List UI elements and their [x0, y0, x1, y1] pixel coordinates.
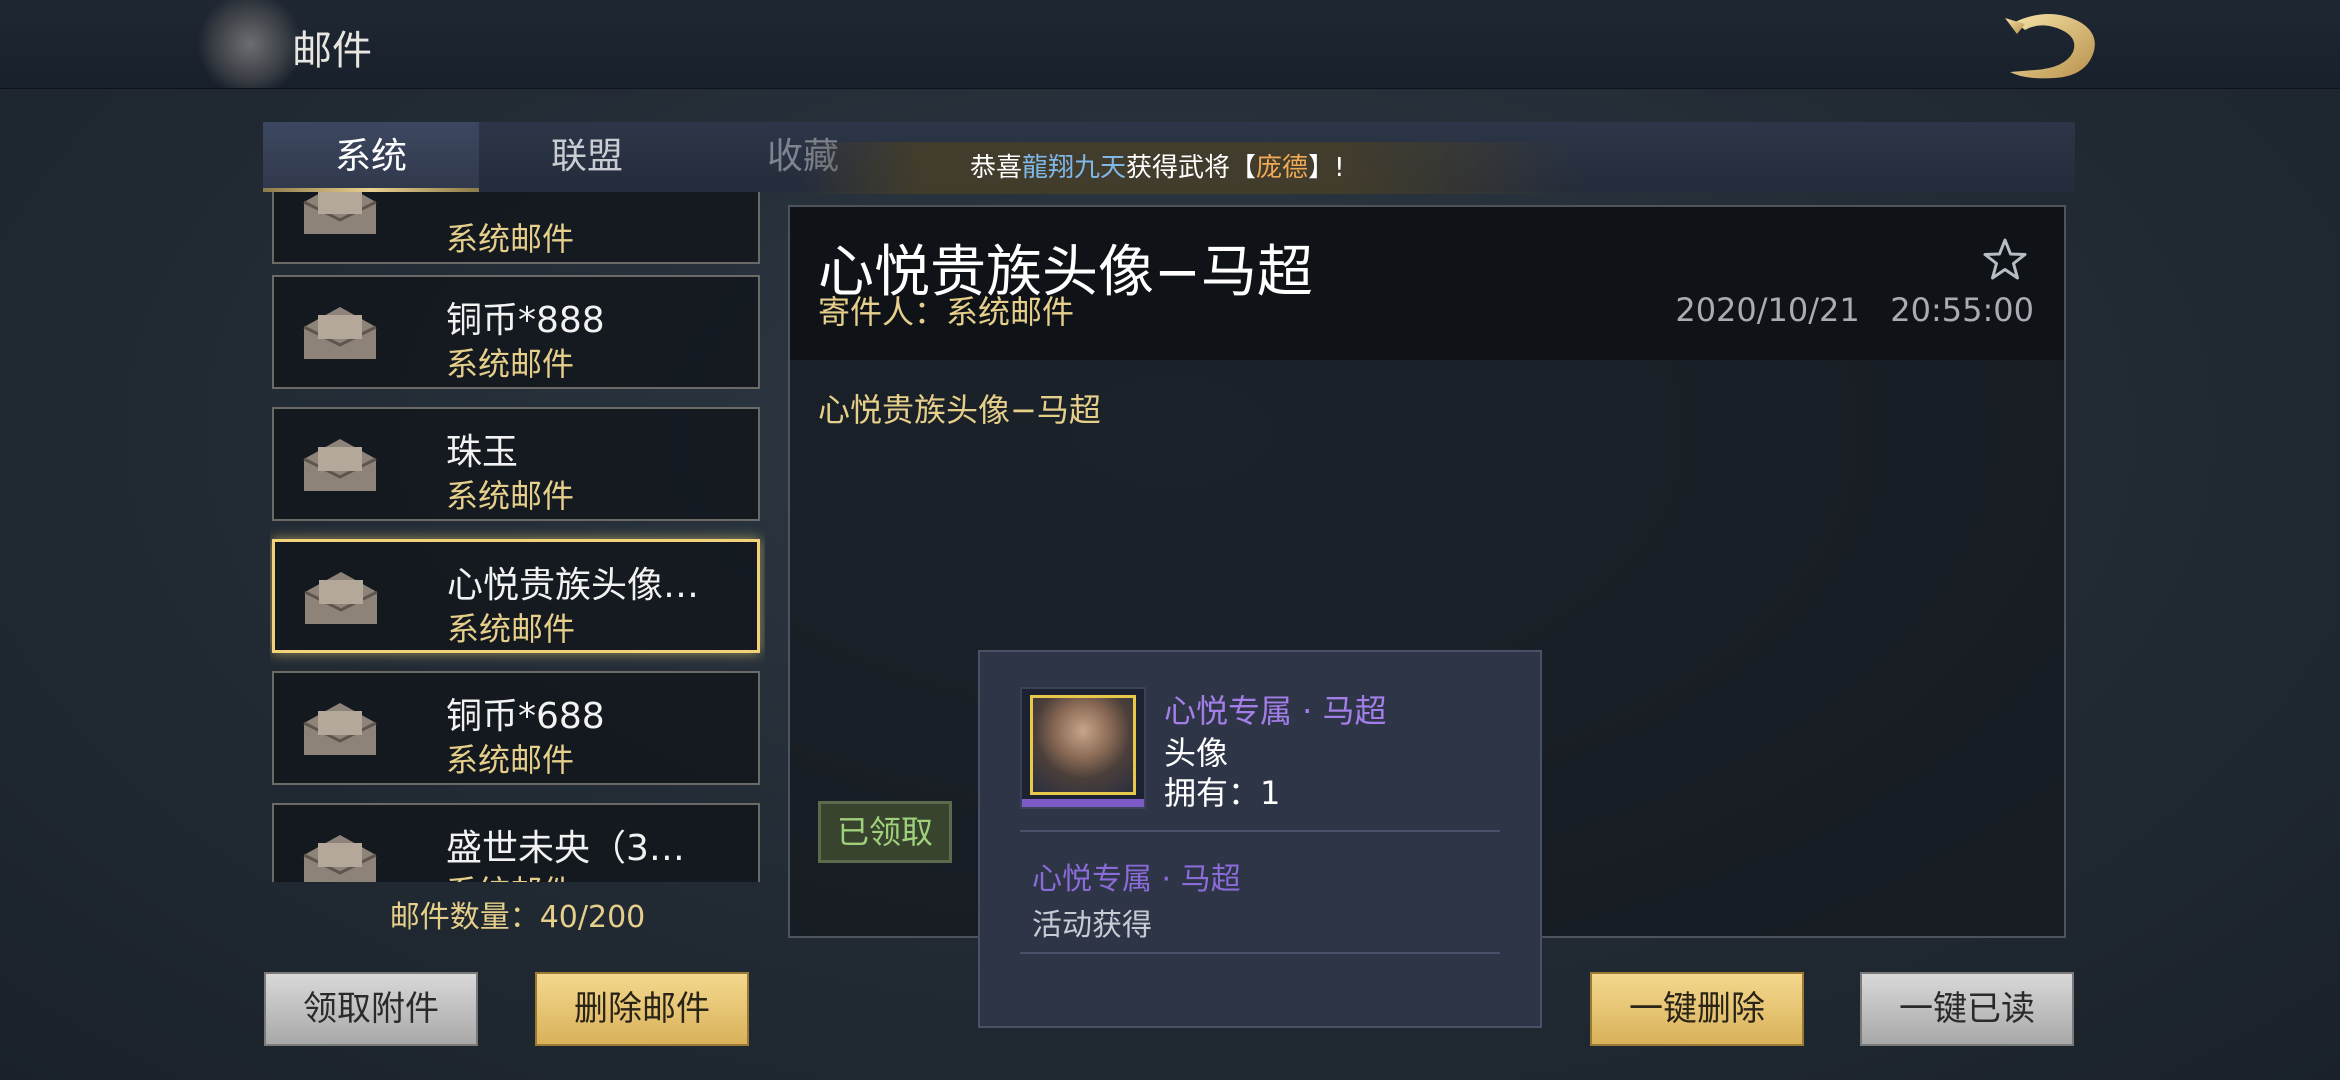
mail-list-item[interactable]: 系统邮件 — [272, 192, 760, 264]
divider — [1020, 952, 1500, 954]
mail-title: 心悦贵族头像… — [447, 565, 700, 606]
envelope-icon — [303, 703, 377, 755]
marquee-suffix: 】! — [1308, 153, 1345, 183]
mail-sender: 系统邮件 — [446, 477, 575, 515]
tab-system[interactable]: 系统 — [263, 122, 479, 192]
rarity-bar — [1022, 799, 1144, 807]
mail-sender: 系统邮件 — [447, 610, 576, 648]
marquee-player: 龍翔九天 — [1022, 153, 1127, 183]
mail-list-item[interactable]: 铜币*688 系统邮件 — [272, 671, 760, 785]
top-bar: 邮件 — [0, 0, 2340, 89]
mail-date: 2020/10/21 — [1675, 291, 1860, 329]
mail-sender-line: 寄件人：系统邮件 — [818, 293, 1075, 331]
avatar-item-frame — [1020, 687, 1146, 809]
mail-title: 珠玉 — [446, 432, 519, 473]
item-owned: 拥有：1 — [1164, 774, 1281, 812]
favorite-star-icon[interactable] — [1982, 237, 2028, 283]
mail-list[interactable]: 系统邮件 铜币*888 系统邮件 珠玉 系统邮件 心悦贵族头像… 系统邮件 铜币… — [270, 192, 765, 882]
divider — [1020, 830, 1500, 832]
mail-time: 20:55:00 — [1890, 291, 2034, 329]
mail-list-item[interactable]: 珠玉 系统邮件 — [272, 407, 760, 521]
mail-count: 邮件数量：40/200 — [389, 900, 646, 935]
page-title: 邮件 — [292, 28, 372, 74]
claim-attachments-button[interactable]: 领取附件 — [264, 972, 478, 1046]
back-emblem-icon[interactable] — [195, 0, 305, 88]
envelope-icon — [303, 835, 377, 882]
dragon-logo-icon — [2005, 14, 2095, 79]
marquee-general: 庞德 — [1256, 153, 1309, 183]
marquee-middle: 获得武将【 — [1126, 153, 1257, 183]
delete-mail-button[interactable]: 删除邮件 — [535, 972, 749, 1046]
item-name: 心悦专属 · 马超 — [1164, 692, 1387, 730]
envelope-icon — [304, 572, 378, 624]
claimed-badge: 已领取 — [818, 801, 952, 863]
mail-detail-header: 心悦贵族头像−马超 寄件人：系统邮件 2020/10/21 20:55:00 — [790, 207, 2064, 360]
item-source: 活动获得 — [1032, 908, 1152, 943]
mail-datetime: 2020/10/21 20:55:00 — [1675, 291, 2034, 329]
mail-sender: 系统邮件 — [446, 867, 574, 882]
mail-sender: 系统邮件 — [446, 220, 575, 258]
mail-list-item[interactable]: 铜币*888 系统邮件 — [272, 275, 760, 389]
marquee-prefix: 恭喜 — [970, 153, 1023, 183]
tab-alliance[interactable]: 联盟 — [479, 122, 695, 192]
mail-body: 心悦贵族头像−马超 — [818, 391, 1101, 429]
mail-title: 铜币*888 — [446, 300, 605, 341]
mail-sender: 系统邮件 — [446, 741, 575, 779]
mail-title: 盛世未央（3… — [446, 828, 685, 869]
mail-sender: 系统邮件 — [446, 345, 575, 383]
mail-list-item-selected[interactable]: 心悦贵族头像… 系统邮件 — [272, 539, 760, 653]
mail-title: 铜币*688 — [446, 696, 605, 737]
item-info-popup: 心悦专属 · 马超 头像 拥有：1 心悦专属 · 马超 活动获得 — [978, 650, 1542, 1028]
mark-all-read-button[interactable]: 一键已读 — [1860, 972, 2074, 1046]
item-name-secondary: 心悦专属 · 马超 — [1032, 862, 1241, 897]
envelope-icon — [303, 439, 377, 491]
delete-all-button[interactable]: 一键删除 — [1590, 972, 1804, 1046]
avatar-item-image — [1030, 695, 1136, 795]
broadcast-marquee: 恭喜龍翔九天获得武将【庞德】! — [800, 142, 1580, 194]
envelope-icon — [303, 192, 377, 234]
mail-list-item[interactable]: 盛世未央（3… 系统邮件 — [272, 803, 760, 882]
envelope-icon — [303, 307, 377, 359]
